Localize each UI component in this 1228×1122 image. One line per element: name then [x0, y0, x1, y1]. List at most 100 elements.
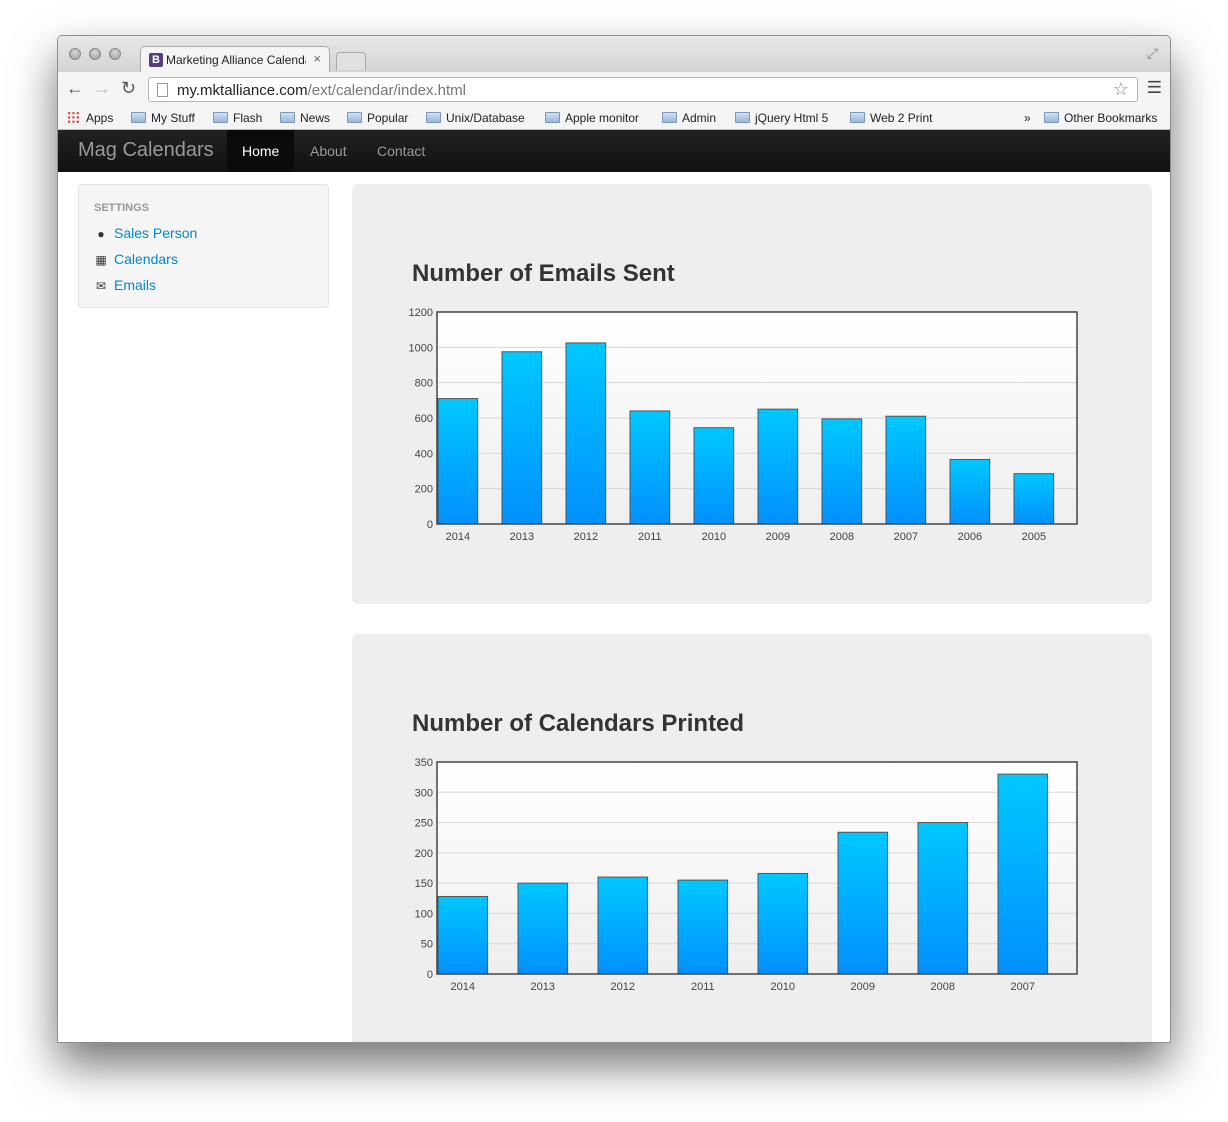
- folder-icon: [545, 112, 560, 123]
- folder-icon: [735, 112, 750, 123]
- fullscreen-icon[interactable]: ⤢: [1147, 45, 1158, 62]
- y-tick-label: 0: [427, 969, 433, 981]
- bar: [1013, 473, 1055, 525]
- bar: [757, 872, 809, 975]
- sidebar-item-calendars[interactable]: ▦ Calendars: [94, 251, 178, 267]
- x-tick-label: 2007: [894, 531, 918, 543]
- bookmarks-bar: Apps My Stuff Flash News Popular Unix/Da…: [58, 106, 1170, 130]
- folder-icon: [850, 112, 865, 123]
- envelope-icon: ✉: [95, 279, 107, 293]
- bookmark-folder[interactable]: Admin: [662, 111, 716, 125]
- bookmark-label: Unix/Database: [446, 111, 525, 125]
- bookmark-folder[interactable]: Web 2 Print: [850, 111, 932, 125]
- bookmark-label: Flash: [233, 111, 263, 125]
- chrome-menu-icon[interactable]: ☰: [1147, 78, 1162, 98]
- bookmark-folder[interactable]: My Stuff: [131, 111, 195, 125]
- bookmark-folder[interactable]: jQuery Html 5: [735, 111, 828, 125]
- y-tick-label: 0: [427, 519, 433, 531]
- chart-title: Number of Emails Sent: [412, 260, 675, 287]
- x-tick-label: 2012: [574, 531, 598, 543]
- x-tick-label: 2011: [638, 531, 662, 543]
- bar: [997, 773, 1049, 975]
- y-tick-label: 200: [415, 848, 433, 860]
- brand-link[interactable]: Mag Calendars: [78, 139, 214, 162]
- y-tick-label: 200: [415, 484, 433, 496]
- address-bar[interactable]: my.mktalliance.com/ext/calendar/index.ht…: [148, 77, 1138, 102]
- bar: [949, 459, 991, 525]
- bootstrap-favicon-icon: B: [149, 53, 163, 67]
- user-icon: ●: [97, 227, 105, 241]
- nav-contact[interactable]: Contact: [362, 130, 440, 172]
- bookmark-label: jQuery Html 5: [755, 111, 829, 125]
- reload-icon[interactable]: ↻: [121, 78, 136, 99]
- bookmark-apps[interactable]: Apps: [67, 111, 113, 125]
- bar: [885, 415, 927, 525]
- back-arrow-icon[interactable]: ←: [66, 78, 84, 99]
- x-tick-label: 2008: [931, 981, 955, 993]
- other-bookmarks[interactable]: Other Bookmarks: [1044, 111, 1157, 125]
- x-tick-label: 2009: [766, 531, 790, 543]
- folder-icon: [662, 112, 677, 123]
- y-tick-label: 50: [421, 939, 433, 951]
- sidebar-item-sales-person[interactable]: ● Sales Person: [94, 225, 197, 241]
- sidebar-item-emails[interactable]: ✉ Emails: [94, 277, 156, 293]
- bookmark-folder[interactable]: Flash: [213, 111, 262, 125]
- sidebar-header: Settings: [94, 202, 150, 214]
- x-tick-label: 2012: [611, 981, 635, 993]
- calendar-icon: ▦: [95, 253, 107, 267]
- x-tick-label: 2010: [771, 981, 795, 993]
- zoom-window-button[interactable]: [109, 48, 121, 60]
- page-content: Settings ● Sales Person ▦ Calendars ✉ Email…: [58, 172, 1170, 1042]
- bookmark-star-icon[interactable]: ☆: [1113, 79, 1129, 100]
- x-tick-label: 2005: [1022, 531, 1046, 543]
- x-tick-label: 2006: [958, 531, 982, 543]
- y-tick-label: 150: [415, 878, 433, 890]
- apps-grid-icon: [67, 111, 80, 124]
- url-text[interactable]: my.mktalliance.com/ext/calendar/index.ht…: [177, 82, 466, 99]
- x-tick-label: 2013: [510, 531, 534, 543]
- y-tick-label: 300: [415, 787, 433, 799]
- nav-about[interactable]: About: [295, 130, 362, 172]
- y-tick-label: 800: [415, 378, 433, 390]
- close-window-button[interactable]: [69, 48, 81, 60]
- bookmark-folder[interactable]: Unix/Database: [426, 111, 525, 125]
- bookmarks-overflow-button[interactable]: »: [1024, 111, 1031, 125]
- bar: [629, 410, 671, 525]
- url-host: my.mktalliance.com: [177, 82, 308, 99]
- bookmark-label: Apple monitor: [565, 111, 640, 125]
- y-tick-label: 350: [415, 757, 433, 769]
- x-tick-label: 2007: [1011, 981, 1035, 993]
- bookmark-folder[interactable]: Apple monitor: [545, 111, 639, 125]
- forward-arrow-icon[interactable]: →: [93, 78, 111, 99]
- emails-chart-panel: Number of Emails Sent 0 200 400 600 800 1000 1…: [352, 184, 1152, 604]
- y-tick-label: 600: [415, 413, 433, 425]
- settings-sidebar: Settings ● Sales Person ▦ Calendars ✉ Email…: [78, 184, 329, 308]
- sidebar-item-label: Calendars: [114, 251, 178, 267]
- sidebar-item-label: Emails: [114, 277, 157, 293]
- x-tick-label: 2010: [702, 531, 726, 543]
- sidebar-item-label: Sales Person: [114, 225, 198, 241]
- tab-close-icon[interactable]: ×: [313, 51, 321, 66]
- browser-tab[interactable]: B Marketing Alliance Calendar ×: [140, 46, 330, 73]
- bar: [517, 882, 569, 975]
- nav-home[interactable]: Home: [227, 130, 295, 172]
- bookmark-folder[interactable]: Popular: [347, 111, 408, 125]
- bookmark-label: News: [300, 111, 331, 125]
- new-tab-button[interactable]: [336, 52, 366, 70]
- y-tick-label: 1000: [409, 342, 433, 354]
- bar: [917, 822, 969, 975]
- browser-window: B Marketing Alliance Calendar × ⤢ ← → ↻ …: [57, 35, 1171, 1043]
- calendars-chart-panel: Number of Calendars Printed 0 50 100 150 200…: [352, 634, 1152, 1042]
- bar: [837, 831, 889, 975]
- y-tick-label: 1200: [409, 307, 433, 319]
- bookmark-label: Admin: [682, 111, 717, 125]
- minimize-window-button[interactable]: [89, 48, 101, 60]
- y-tick-label: 250: [415, 818, 433, 830]
- y-tick-label: 100: [415, 908, 433, 920]
- tab-title: Marketing Alliance Calendar: [166, 53, 306, 67]
- x-tick-label: 2009: [851, 981, 875, 993]
- bookmark-folder[interactable]: News: [280, 111, 330, 125]
- x-tick-label: 2013: [531, 981, 555, 993]
- bookmark-label: My Stuff: [151, 111, 195, 125]
- x-tick-label: 2014: [446, 531, 470, 543]
